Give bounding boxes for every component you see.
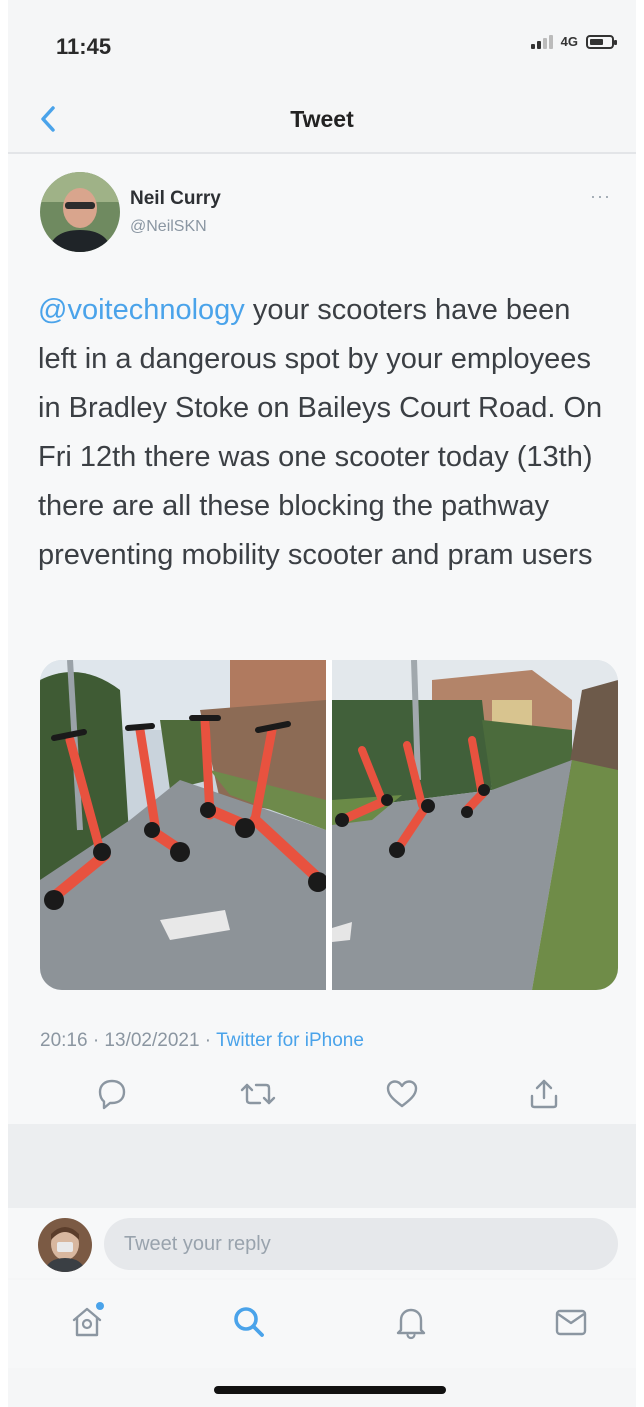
retweet-icon[interactable] xyxy=(236,1074,280,1114)
home-indicator[interactable] xyxy=(214,1386,446,1394)
tweet-media xyxy=(40,660,618,990)
battery-icon xyxy=(586,34,617,49)
reply-bar xyxy=(8,1208,636,1278)
home-notification-dot xyxy=(96,1302,104,1310)
author-handle[interactable]: @NeilSKN xyxy=(130,218,207,236)
tweet-body: your scooters have been left in a danger… xyxy=(38,294,603,571)
reply-input[interactable] xyxy=(104,1218,618,1270)
divider-band xyxy=(8,1124,636,1208)
more-options-icon[interactable]: ··· xyxy=(590,186,611,207)
status-bar: 11:45 4G xyxy=(8,0,636,88)
author-avatar[interactable] xyxy=(40,172,120,252)
tweet-photo-2[interactable] xyxy=(332,660,618,990)
status-time: 11:45 xyxy=(56,34,112,59)
tweet-actions xyxy=(8,1074,636,1118)
network-type: 4G xyxy=(560,34,578,49)
share-icon[interactable] xyxy=(522,1074,566,1114)
tweet-text: @voitechnology your scooters have been l… xyxy=(38,286,610,580)
tweet-timestamp: 20:16 · 13/02/2021 · xyxy=(40,1030,217,1051)
tweet-detail-screen: 11:45 4G Tweet Neil Curry @NeilSKN ··· @… xyxy=(8,0,636,1407)
home-icon[interactable] xyxy=(62,1298,112,1346)
author-name[interactable]: Neil Curry xyxy=(130,188,221,210)
tweet: Neil Curry @NeilSKN ··· @voitechnology y… xyxy=(8,154,636,1124)
page-title: Tweet xyxy=(290,106,354,132)
messages-icon[interactable] xyxy=(546,1298,596,1346)
tab-bar xyxy=(8,1280,636,1368)
user-avatar xyxy=(38,1218,92,1272)
search-icon[interactable] xyxy=(224,1298,274,1346)
reply-icon[interactable] xyxy=(90,1074,134,1114)
nav-header: Tweet xyxy=(8,88,636,154)
status-indicators: 4G xyxy=(530,34,617,49)
tweet-client-link[interactable]: Twitter for iPhone xyxy=(216,1030,364,1051)
tweet-meta: 20:16 · 13/02/2021 · Twitter for iPhone xyxy=(40,1030,364,1052)
mention-link[interactable]: @voitechnology xyxy=(38,294,245,326)
notifications-icon[interactable] xyxy=(386,1298,436,1346)
signal-icon xyxy=(530,34,553,49)
tweet-photo-1[interactable] xyxy=(40,660,326,990)
like-icon[interactable] xyxy=(380,1074,424,1114)
